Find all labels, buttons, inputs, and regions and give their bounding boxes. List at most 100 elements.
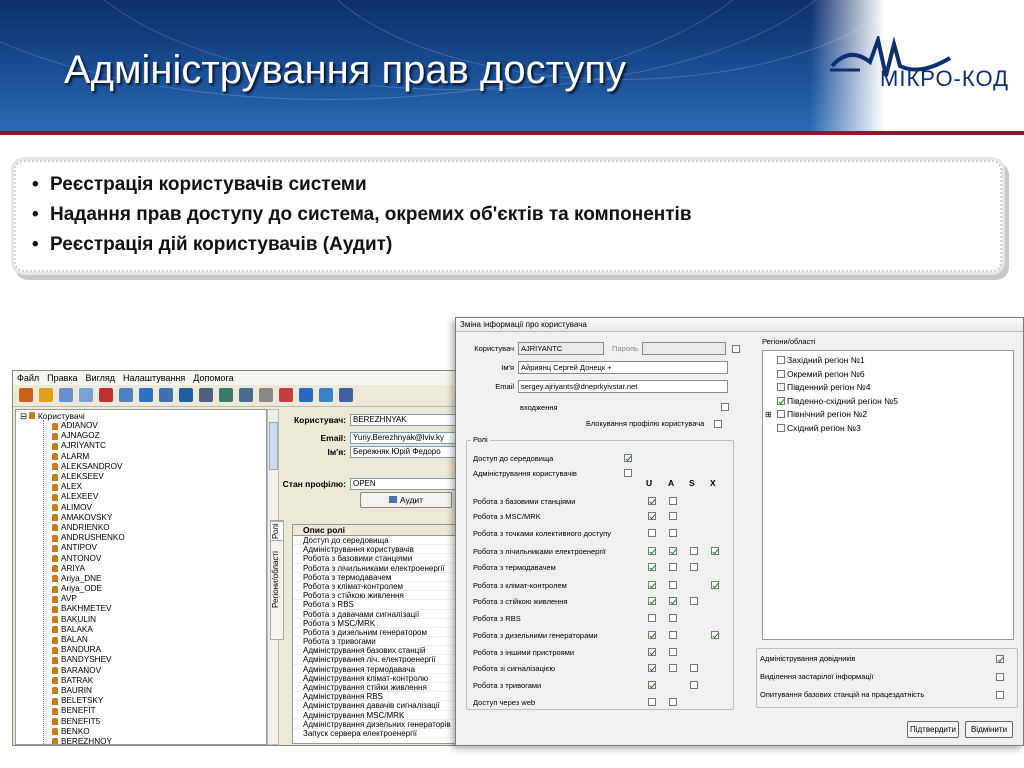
role-permission-checkbox[interactable] [711,547,719,555]
tree-item-user[interactable]: ADIANOV [52,421,125,431]
tree-item-user[interactable]: ARIYA [52,564,125,574]
tree-item-user[interactable]: AJNAGOZ [52,431,125,441]
role-list-item[interactable]: Робота з MSC/MRK [293,619,467,628]
role-list-item[interactable]: Робота з давачами сигналізації [293,610,467,619]
dlg-name-field[interactable]: Айриянц Сергей Донецк + [518,361,728,374]
role-permission-checkbox[interactable] [648,547,656,555]
role-permission-checkbox[interactable] [669,512,677,520]
role-list-item[interactable]: Робота з RBS [293,600,467,610]
region-item[interactable]: Окремий регіон №6 [777,369,865,379]
role-list-item[interactable]: Робота з клімат-контролем [293,582,467,592]
menu-help[interactable]: Допомога [193,373,233,383]
exit-icon[interactable] [99,388,113,402]
dlg-email-field[interactable]: sergey.ajriyants@dneprkyivstar.net [518,380,728,393]
role-permission-checkbox[interactable] [648,581,656,589]
role-list-item[interactable]: Робота з дизельним генератором [293,628,467,638]
tab-roles[interactable]: Ролі [270,521,284,541]
role-list-item[interactable]: Адміністрування RBS [293,692,467,702]
menu-file[interactable]: Файл [17,373,39,383]
user-field[interactable]: BEREZHNYAK [350,414,460,426]
window-icon[interactable] [179,388,193,402]
dlg-password-field[interactable] [642,342,726,355]
role-permission-checkbox[interactable] [669,597,677,605]
audit-button[interactable]: Аудит [360,492,452,508]
expand-icon[interactable]: ⊞ [765,410,772,419]
tree-item-user[interactable]: AJRIYANTC [52,441,125,451]
tree-item-user[interactable]: ALIMOV [52,503,125,513]
users-icon[interactable] [19,388,33,402]
tree-item-user[interactable]: BANDYSHEV [52,655,125,665]
role-list-item[interactable]: Запуск сервера електроенергії [293,729,467,739]
role-list-item[interactable]: Робота з базовими станціями [293,554,467,564]
role-permission-checkbox[interactable] [648,681,656,689]
refresh-icon[interactable] [119,388,133,402]
write-icon[interactable] [79,388,93,402]
role-permission-checkbox[interactable] [648,631,656,639]
role-permission-checkbox[interactable] [669,547,677,555]
role-permission-checkbox[interactable] [711,581,719,589]
role-list-item[interactable]: Робота з термодавачем [293,573,467,582]
menu-settings[interactable]: Налаштування [123,373,185,383]
tree-item-user[interactable]: Ariya_ODE [52,584,125,594]
role-permission-checkbox[interactable] [669,698,677,706]
role-permission-checkbox[interactable] [669,529,677,537]
role-permission-checkbox[interactable] [690,664,698,672]
tree-item-user[interactable]: BALAKA [52,625,125,635]
tree-item-user[interactable]: BELETSKY [52,696,125,706]
region-checkbox[interactable] [777,423,785,432]
role-permission-checkbox[interactable] [669,563,677,571]
role-permission-checkbox[interactable] [648,529,656,537]
role-list-item[interactable]: Адміністрування дизельних генераторів [293,720,467,729]
tree-item-user[interactable]: ALEXEEV [52,492,125,502]
option-checkbox[interactable] [996,655,1004,663]
pencil-icon[interactable] [39,388,53,402]
role-list-item[interactable]: Адміністрування термодавача [293,665,467,674]
tree-item-user[interactable]: BALAN [52,635,125,645]
name-field[interactable]: Бережняк Юрій Федоро [350,446,460,458]
role-list-item[interactable]: Робота з тривогами [293,637,467,647]
role-permission-checkbox[interactable] [648,698,656,706]
role-permission-checkbox[interactable] [648,497,656,505]
tree-item-user[interactable]: BAKHMETEV [52,604,125,614]
save-icon[interactable] [339,388,353,402]
tree-item-user[interactable]: Ariya_DNE [52,574,125,584]
option-checkbox[interactable] [996,673,1004,681]
region-checkbox[interactable] [777,383,785,391]
role-permission-checkbox[interactable] [669,631,677,639]
role-list-item[interactable]: Робота з лічильниками електроенергії [293,564,467,573]
role-permission-checkbox[interactable] [669,614,677,622]
role-list-item[interactable]: Адміністрування MSC/MRK [293,711,467,720]
role-list-item[interactable]: Адміністрування базових станцій [293,646,467,656]
role-list-item[interactable]: Адміністрування ліч. електроенергії [293,655,467,665]
role-permission-checkbox[interactable] [648,563,656,571]
sync-icon[interactable] [299,388,313,402]
tree-item-user[interactable]: BENKO [52,727,125,737]
tree-item-user[interactable]: AMAKOVSKY [52,513,125,523]
role-permission-checkbox[interactable] [648,597,656,605]
role-permission-checkbox[interactable] [624,469,632,477]
role-list-item[interactable]: Доступ до середовища [293,536,467,546]
region-item[interactable]: ⊞ Північний регіон №2 [765,409,867,419]
role-permission-checkbox[interactable] [648,614,656,622]
dlg-password-checkbox[interactable] [732,344,740,353]
tree-item-user[interactable]: ALEKSANDROV [52,462,125,472]
role-permission-checkbox[interactable] [669,497,677,505]
region-item[interactable]: Східний регіон №3 [777,423,861,433]
stats-icon[interactable] [239,388,253,402]
role-permission-checkbox[interactable] [669,581,677,589]
role-permission-checkbox[interactable] [648,664,656,672]
tree-item-user[interactable]: AVP [52,594,125,604]
tree-item-user[interactable]: BATRAK [52,676,125,686]
network-icon[interactable] [259,388,273,402]
report-icon[interactable] [219,388,233,402]
menu-edit[interactable]: Правка [47,373,77,383]
option-checkbox[interactable] [996,691,1004,699]
role-permission-checkbox[interactable] [669,648,677,656]
tree-item-user[interactable]: BAKULIN [52,615,125,625]
region-checkbox[interactable] [777,356,785,364]
tree-item-user[interactable]: ANTIPOV [52,543,125,553]
role-list-item[interactable]: Адміністрування клімат-контролю [293,674,467,683]
role-permission-checkbox[interactable] [711,631,719,639]
dlg-entry-checkbox[interactable] [721,403,729,411]
region-checkbox[interactable] [777,369,785,378]
